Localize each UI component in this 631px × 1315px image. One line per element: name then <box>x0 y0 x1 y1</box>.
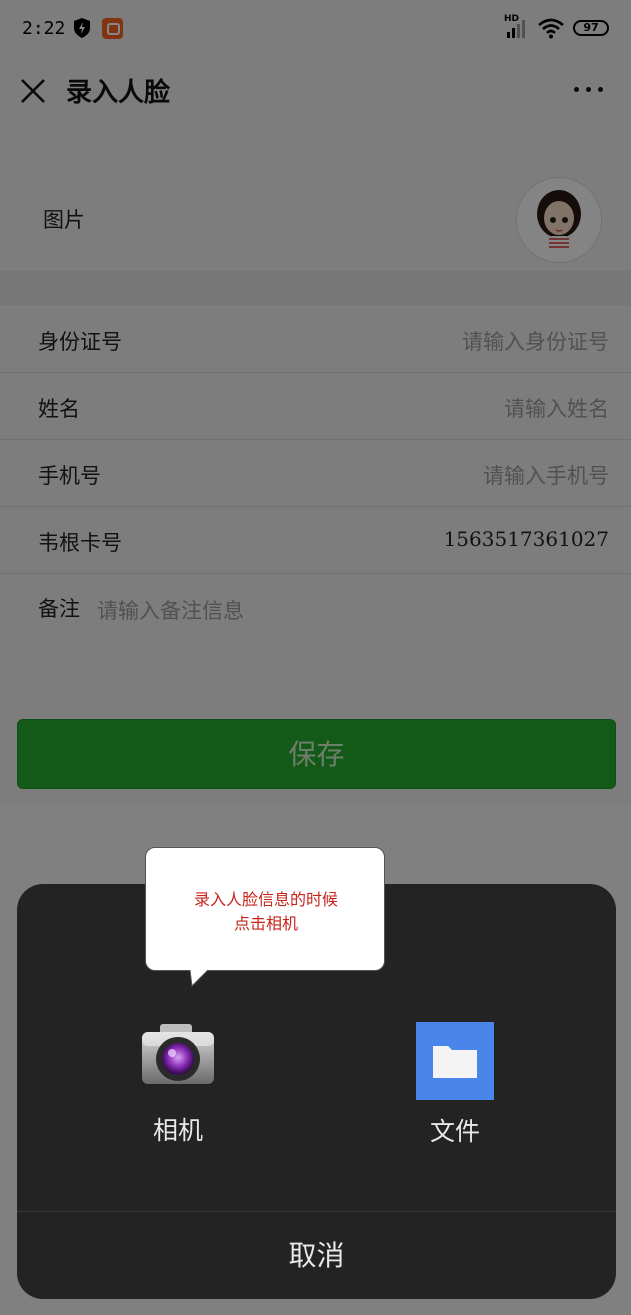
file-option[interactable]: 文件 <box>395 1022 515 1148</box>
tooltip-callout: 录入人脸信息的时候 点击相机 <box>145 847 385 971</box>
cancel-button[interactable]: 取消 <box>17 1212 616 1299</box>
tooltip-pointer <box>189 968 210 988</box>
tooltip-text: 录入人脸信息的时候 点击相机 <box>146 888 386 936</box>
tooltip-line-1: 录入人脸信息的时候 <box>193 890 338 909</box>
tooltip-line-2: 点击相机 <box>233 914 298 933</box>
folder-icon <box>416 1022 494 1100</box>
camera-option[interactable]: 相机 <box>118 1022 238 1147</box>
camera-icon <box>142 1024 214 1084</box>
file-option-label: 文件 <box>429 1117 480 1146</box>
camera-option-label: 相机 <box>152 1116 203 1145</box>
